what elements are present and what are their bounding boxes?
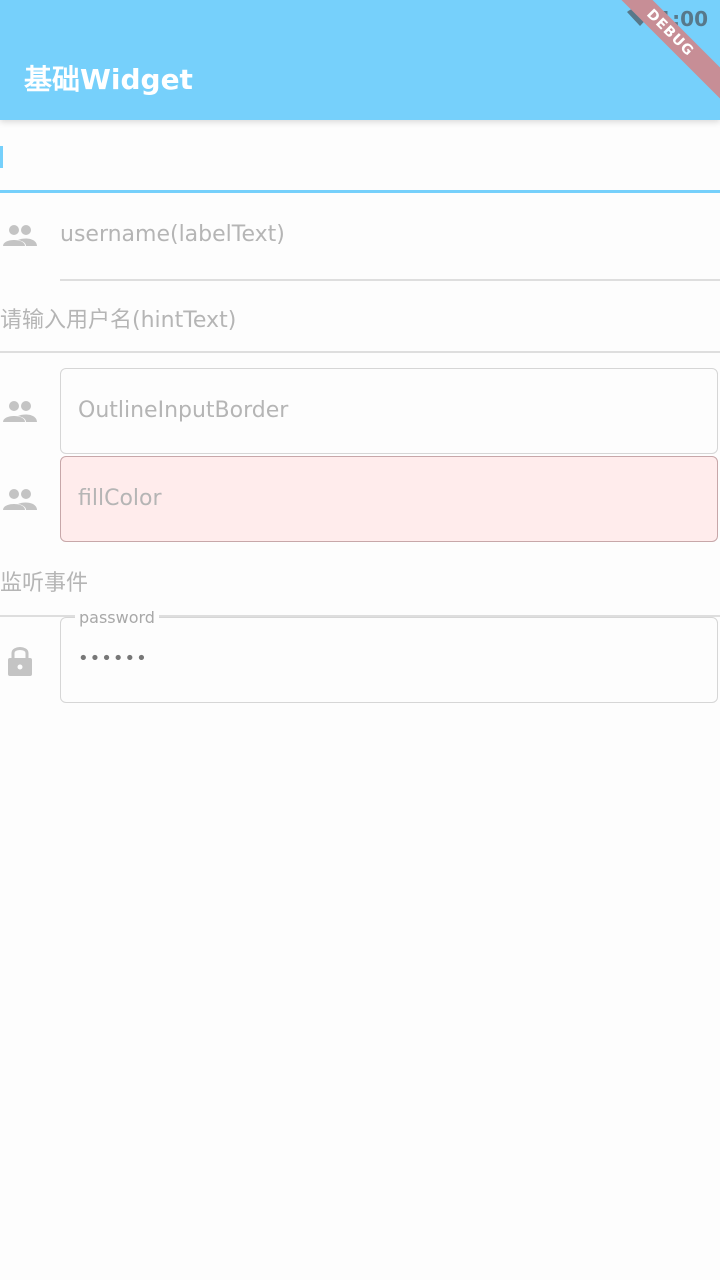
focused-underline bbox=[0, 190, 720, 193]
outline-input-field[interactable]: OutlineInputBorder bbox=[60, 368, 718, 454]
outline-field-label: OutlineInputBorder bbox=[78, 398, 289, 423]
hint-text-field[interactable]: 请输入用户名(hintText) bbox=[0, 302, 236, 334]
people-icon bbox=[0, 480, 40, 520]
page-title: 基础Widget bbox=[24, 63, 193, 96]
text-cursor bbox=[0, 146, 3, 168]
fill-field-label: fillColor bbox=[78, 486, 162, 511]
lock-icon bbox=[0, 641, 40, 681]
people-icon bbox=[0, 216, 40, 256]
listen-event-field[interactable]: 监听事件 bbox=[0, 565, 88, 597]
password-floating-label: password bbox=[75, 608, 159, 627]
hint-underline bbox=[0, 351, 720, 353]
fill-color-field[interactable]: fillColor bbox=[60, 456, 718, 542]
password-field[interactable]: password •••••• bbox=[60, 608, 718, 703]
password-value: •••••• bbox=[78, 648, 148, 669]
focused-text-field[interactable] bbox=[0, 120, 720, 192]
app-bar: 1:00 基础Widget DEBUG bbox=[0, 0, 720, 120]
people-icon bbox=[0, 392, 40, 432]
username-field-label[interactable]: username(labelText) bbox=[60, 222, 285, 247]
username-underline bbox=[60, 279, 720, 281]
